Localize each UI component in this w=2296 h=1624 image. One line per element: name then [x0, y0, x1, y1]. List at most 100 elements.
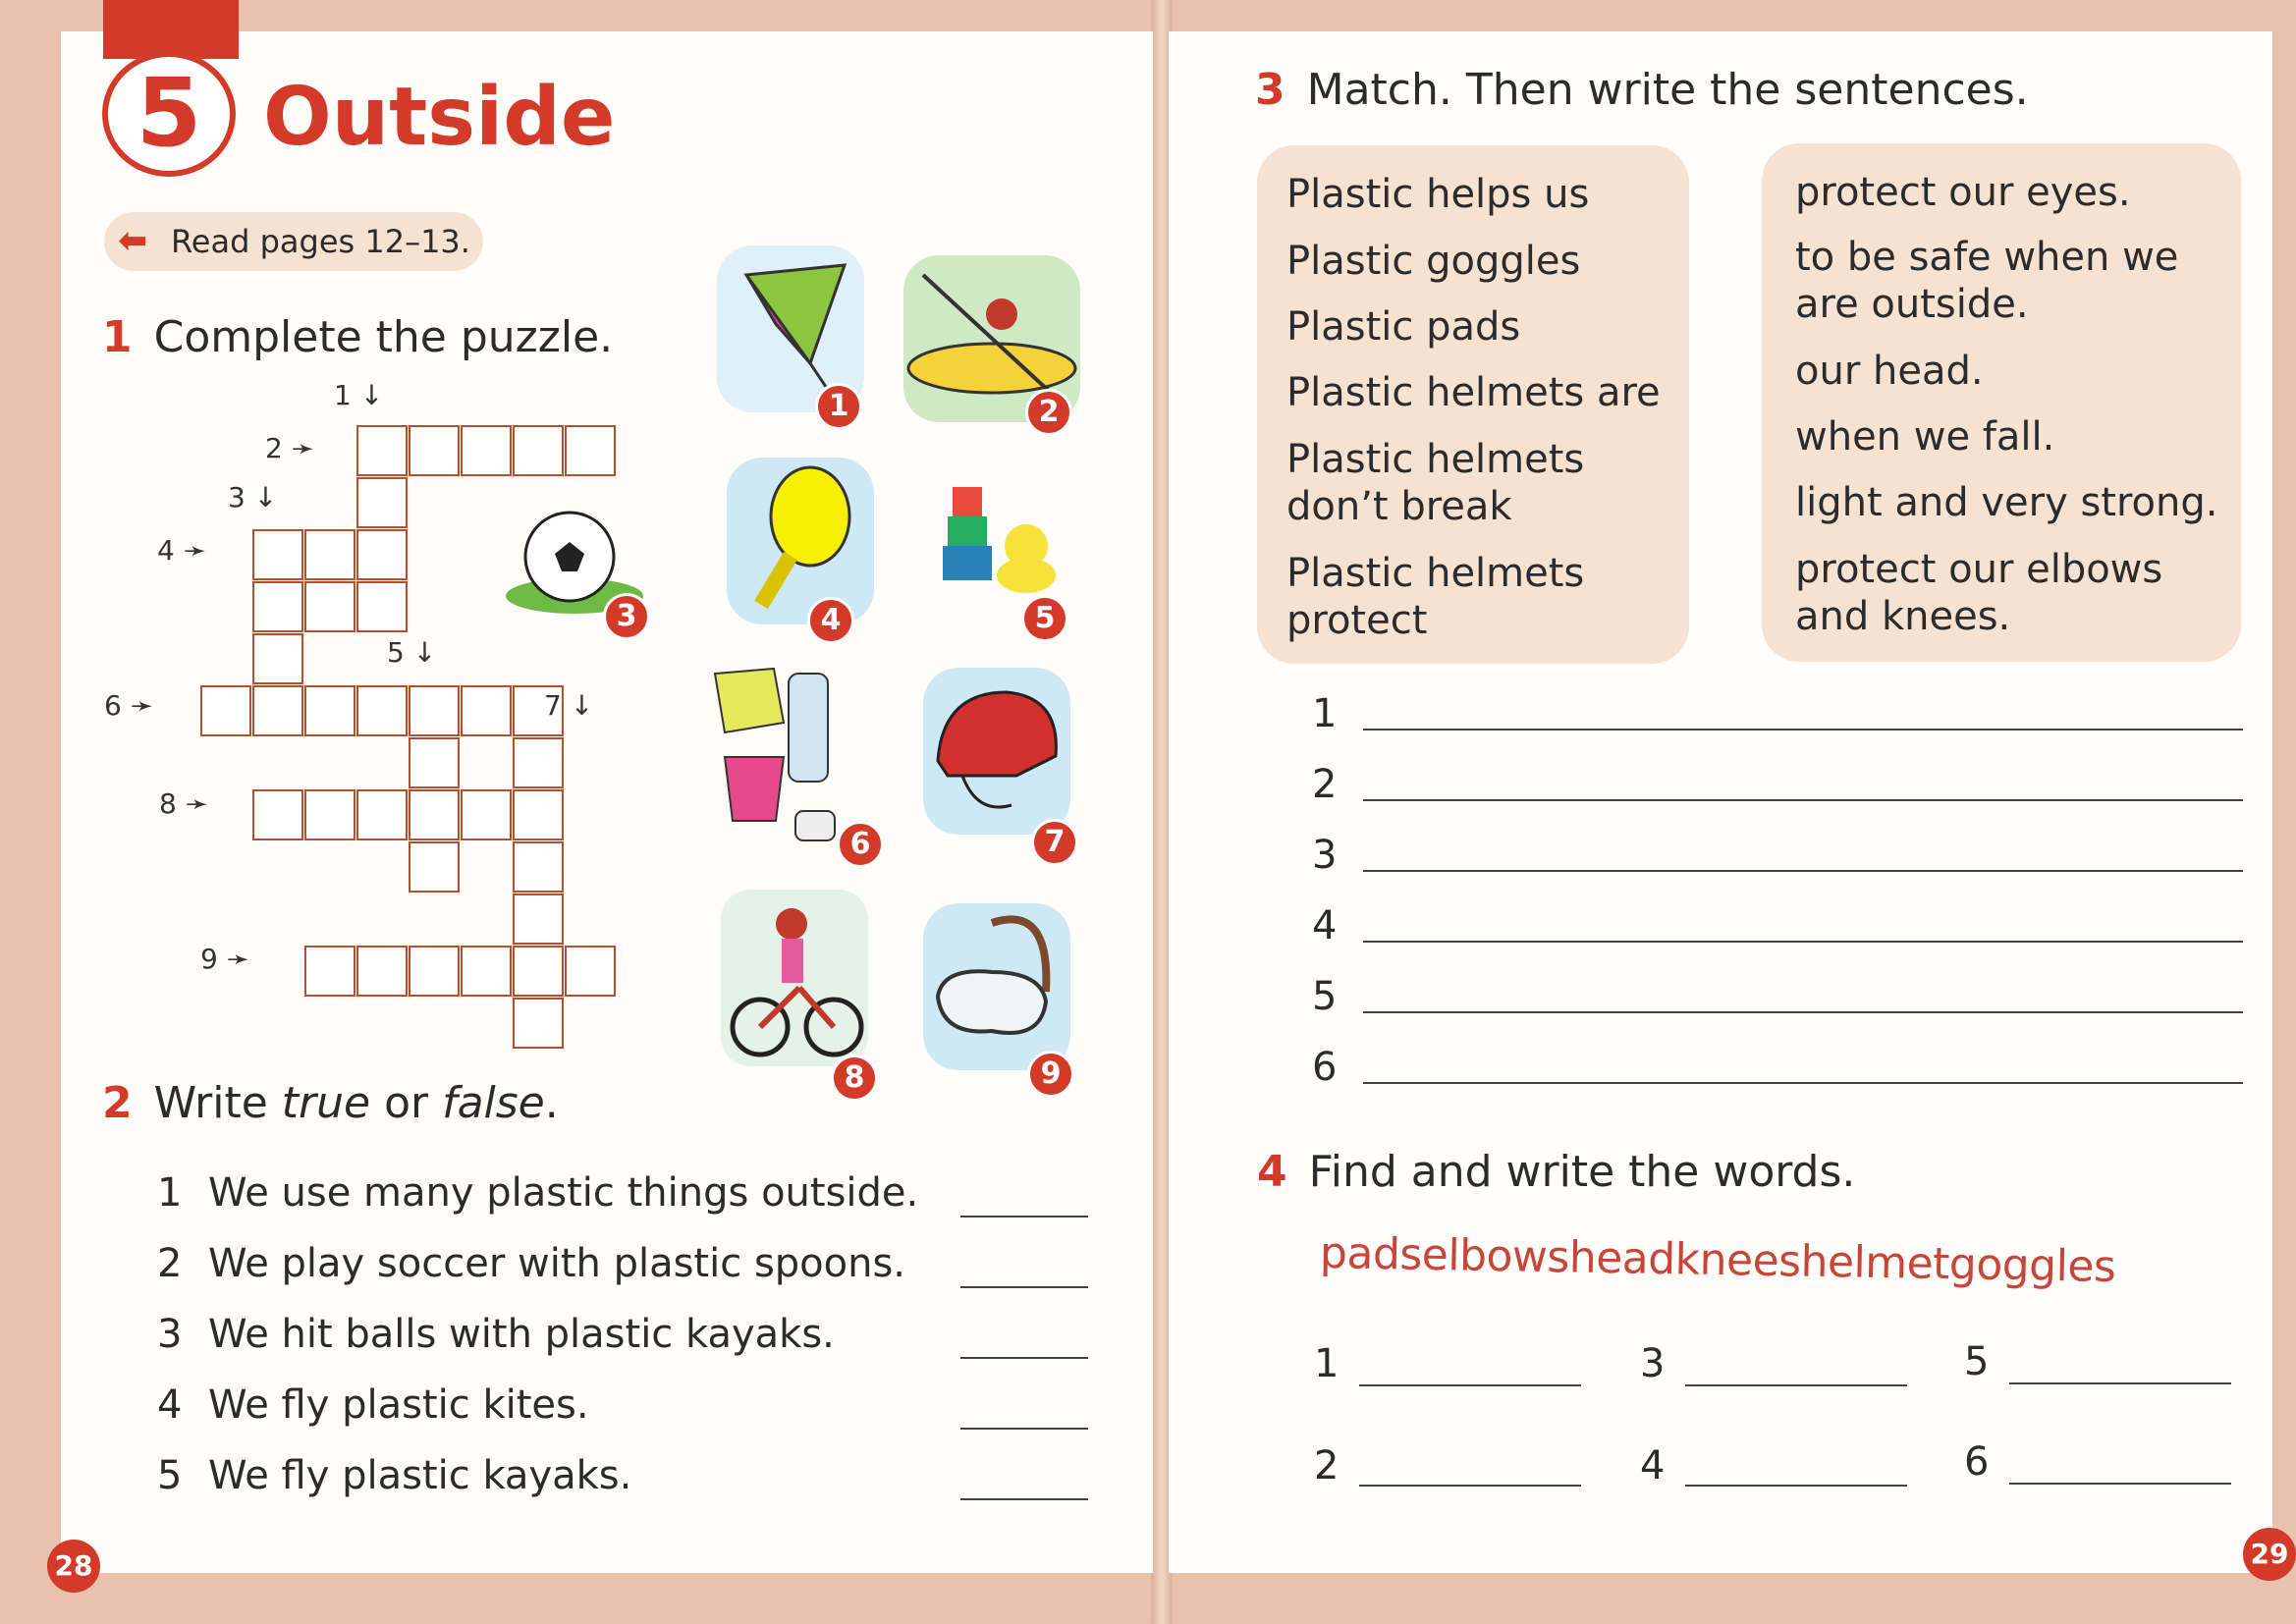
statement-number: 1: [157, 1170, 183, 1216]
crossword-clue-number: 2 ➛: [265, 432, 315, 464]
answer-line[interactable]: [1363, 729, 2243, 731]
crossword-cell[interactable]: [409, 841, 460, 893]
answer-line[interactable]: [1359, 1384, 1581, 1386]
crossword-cell[interactable]: [252, 581, 303, 632]
crossword-clue-number: 3 ↓: [228, 481, 278, 514]
statement-text: We hit balls with plastic kayaks.: [208, 1312, 835, 1357]
crossword-cell[interactable]: [304, 529, 355, 580]
sentence-end[interactable]: when we fall.: [1795, 413, 2054, 460]
crossword-cell[interactable]: [409, 946, 460, 997]
sentence-start[interactable]: Plastic helmets don’t break: [1286, 436, 1584, 530]
sentence-start[interactable]: Plastic helps us: [1286, 171, 1589, 218]
statement-text: We play soccer with plastic spoons.: [208, 1241, 906, 1286]
exercise-number: 2: [102, 1078, 133, 1128]
crossword-cell[interactable]: [565, 425, 616, 476]
crossword-cell[interactable]: [409, 737, 460, 788]
answer-line[interactable]: [1363, 1011, 2243, 1013]
sentence-end[interactable]: to be safe when we are outside.: [1795, 234, 2178, 328]
crossword-cell[interactable]: [356, 789, 408, 840]
find-number: 4: [1640, 1443, 1666, 1489]
crossword-cell[interactable]: [461, 425, 512, 476]
crossword-cell[interactable]: [356, 685, 408, 736]
picture-7: 7: [923, 668, 1078, 866]
picture-badge: 6: [837, 821, 884, 868]
sentence-start[interactable]: Plastic pads: [1286, 303, 1520, 351]
sentence-end[interactable]: our head.: [1795, 348, 1984, 395]
statement-number: 4: [157, 1382, 183, 1428]
statement-row: 4 We fly plastic kites.: [157, 1382, 589, 1428]
crossword-cell[interactable]: [461, 946, 512, 997]
write-number: 2: [1312, 762, 1338, 807]
crossword-cell[interactable]: [409, 789, 460, 840]
crossword-cell[interactable]: [304, 946, 355, 997]
answer-line[interactable]: [960, 1286, 1088, 1288]
crossword-cell[interactable]: [513, 737, 564, 788]
sentence-start[interactable]: Plastic helmets are: [1286, 369, 1661, 416]
answer-line[interactable]: [1685, 1384, 1907, 1386]
write-number: 3: [1312, 833, 1338, 878]
sentence-start[interactable]: Plastic goggles: [1286, 238, 1580, 285]
cyclist-icon: [721, 890, 868, 1066]
picture-8: 8: [721, 890, 878, 1102]
picture-badge: 2: [1025, 389, 1072, 436]
answer-line[interactable]: [1359, 1485, 1581, 1487]
answer-line[interactable]: [2009, 1382, 2231, 1384]
crossword-cell[interactable]: [409, 425, 460, 476]
answer-line[interactable]: [1685, 1485, 1907, 1487]
statement-number: 2: [157, 1241, 183, 1286]
crossword-cell[interactable]: [513, 893, 564, 945]
exercise-number: 1: [102, 312, 133, 362]
crossword-cell[interactable]: [409, 685, 460, 736]
plastic-trash-icon: [713, 667, 836, 841]
answer-line[interactable]: [960, 1428, 1088, 1430]
crossword-cell[interactable]: [356, 425, 408, 476]
exercise-title-part: or: [370, 1078, 443, 1128]
sentence-end[interactable]: protect our eyes.: [1795, 169, 2131, 216]
sentence-end[interactable]: protect our elbows and knees.: [1795, 546, 2162, 640]
crossword-cell[interactable]: [461, 685, 512, 736]
crossword-cell[interactable]: [252, 633, 303, 684]
unit-title: Outside: [263, 71, 616, 164]
crossword-cell[interactable]: [356, 946, 408, 997]
find-number: 3: [1640, 1341, 1666, 1386]
crossword-cell[interactable]: [304, 789, 355, 840]
answer-line[interactable]: [960, 1216, 1088, 1218]
crossword-clue-number: 6 ➛: [104, 689, 154, 722]
crossword-cell[interactable]: [304, 581, 355, 632]
sentence-end[interactable]: light and very strong.: [1795, 479, 2217, 526]
crossword-cell[interactable]: [513, 946, 564, 997]
crossword-cell[interactable]: [513, 998, 564, 1049]
answer-line[interactable]: [960, 1357, 1088, 1359]
answer-line[interactable]: [1363, 941, 2243, 943]
crossword-cell[interactable]: [356, 477, 408, 528]
sentence-start[interactable]: Plastic helmets protect: [1286, 550, 1584, 644]
find-number: 5: [1964, 1339, 1990, 1384]
picture-4: 4: [727, 458, 874, 644]
crossword-cell[interactable]: [304, 685, 355, 736]
crossword-cell[interactable]: [252, 529, 303, 580]
statement-number: 5: [157, 1453, 183, 1498]
crossword-cell[interactable]: [513, 789, 564, 840]
exercise-2-heading: 2 Write true or false.: [102, 1078, 559, 1128]
answer-line[interactable]: [1363, 870, 2243, 872]
crossword-cell[interactable]: [461, 789, 512, 840]
crossword-cell[interactable]: [252, 685, 303, 736]
answer-line[interactable]: [1363, 799, 2243, 801]
crossword-cell[interactable]: [200, 685, 251, 736]
page-number: 29: [2243, 1528, 2296, 1581]
crossword-cell[interactable]: [513, 425, 564, 476]
crossword-cell[interactable]: [356, 529, 408, 580]
answer-line[interactable]: [2009, 1483, 2231, 1485]
crossword-cell[interactable]: [565, 946, 616, 997]
picture-badge: 8: [831, 1055, 878, 1102]
answer-line[interactable]: [1363, 1082, 2243, 1084]
statement-text: We fly plastic kayaks.: [208, 1453, 632, 1498]
exercise-title-part: .: [544, 1078, 559, 1128]
write-number: 4: [1312, 903, 1338, 948]
crossword-cell[interactable]: [513, 841, 564, 893]
answer-line[interactable]: [960, 1498, 1088, 1500]
crossword-cell[interactable]: [356, 581, 408, 632]
unit-tab: [103, 0, 239, 59]
crossword-cell[interactable]: [252, 789, 303, 840]
picture-badge: 3: [603, 593, 650, 640]
